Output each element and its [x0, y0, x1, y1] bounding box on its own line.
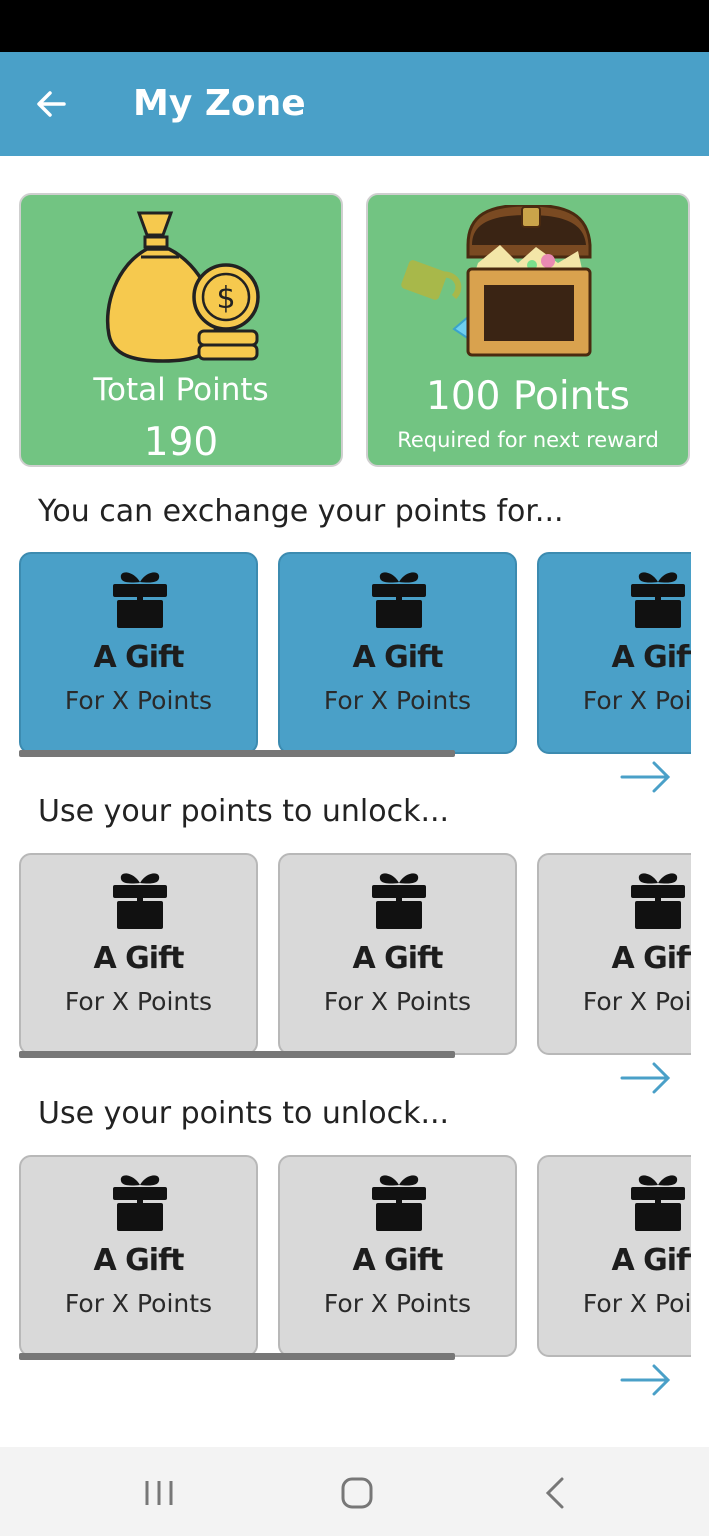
total-points-value: 190 [143, 420, 219, 465]
scrollbar-thumb[interactable] [19, 1051, 455, 1058]
gift-carousel-exchange[interactable]: A Gift For X Points A Gift For X Points … [19, 552, 691, 757]
arrow-right-icon[interactable] [620, 1361, 672, 1399]
scrollbar-thumb[interactable] [19, 1353, 455, 1360]
gift-title: A Gift [352, 941, 444, 976]
gift-subtitle: For X Points [64, 686, 213, 715]
gift-icon [627, 869, 689, 931]
gift-title: A Gift [352, 1243, 444, 1278]
section-title-unlock: Use your points to unlock... [38, 794, 450, 829]
next-reward-card: 100 Points Required for next reward [366, 193, 690, 467]
total-points-label: Total Points [93, 372, 269, 408]
gift-carousel-unlock[interactable]: A Gift For X Points A Gift For X Points … [19, 853, 691, 1058]
gift-title: A Gift [93, 640, 185, 675]
gift-subtitle: For X Points [323, 987, 472, 1016]
gift-card[interactable]: A Gift For X Points [19, 853, 258, 1055]
svg-text:$: $ [216, 281, 235, 316]
status-bar [0, 0, 709, 52]
arrow-left-icon[interactable] [30, 82, 74, 126]
gift-subtitle: For X Points [64, 987, 213, 1016]
gift-icon [368, 568, 430, 630]
gift-card[interactable]: A Gift For X Points [537, 1155, 691, 1357]
gift-card[interactable]: A Gift For X Points [278, 1155, 517, 1357]
scrollbar-thumb[interactable] [19, 750, 455, 757]
gift-title: A Gift [611, 1243, 691, 1278]
horizontal-scrollbar[interactable] [19, 1051, 691, 1058]
treasure-chest-icon [368, 203, 688, 365]
app-bar: My Zone [0, 52, 709, 156]
section-title-unlock: Use your points to unlock... [38, 1096, 450, 1131]
total-points-card: $ Total Points 190 [19, 193, 343, 467]
recents-icon[interactable] [139, 1473, 179, 1513]
system-nav-bar [0, 1447, 709, 1536]
gift-card[interactable]: A Gift For X Points [19, 552, 258, 754]
next-reward-points: 100 Points [426, 374, 630, 419]
gift-icon [109, 1171, 171, 1233]
horizontal-scrollbar[interactable] [19, 750, 691, 757]
page-title: My Zone [133, 83, 306, 124]
next-reward-caption: Required for next reward [397, 428, 659, 452]
gift-title: A Gift [611, 640, 691, 675]
gift-title: A Gift [93, 941, 185, 976]
gift-subtitle: For X Points [323, 1289, 472, 1318]
section-title-exchange: You can exchange your points for... [38, 494, 564, 529]
gift-icon [368, 1171, 430, 1233]
nav-back-icon[interactable] [536, 1473, 576, 1513]
gift-icon [627, 568, 689, 630]
gift-subtitle: For X Points [582, 686, 691, 715]
gift-title: A Gift [93, 1243, 185, 1278]
gift-title: A Gift [611, 941, 691, 976]
gift-icon [627, 1171, 689, 1233]
gift-icon [368, 869, 430, 931]
gift-title: A Gift [352, 640, 444, 675]
gift-icon [109, 869, 171, 931]
arrow-right-icon[interactable] [620, 1059, 672, 1097]
home-icon[interactable] [337, 1473, 377, 1513]
gift-card[interactable]: A Gift For X Points [537, 552, 691, 754]
horizontal-scrollbar[interactable] [19, 1353, 691, 1360]
gift-card[interactable]: A Gift For X Points [537, 853, 691, 1055]
money-bag-icon: $ [21, 205, 341, 365]
arrow-right-icon[interactable] [620, 758, 672, 796]
gift-carousel-unlock[interactable]: A Gift For X Points A Gift For X Points … [19, 1155, 691, 1360]
gift-subtitle: For X Points [582, 1289, 691, 1318]
gift-card[interactable]: A Gift For X Points [278, 552, 517, 754]
gift-subtitle: For X Points [323, 686, 472, 715]
gift-icon [109, 568, 171, 630]
gift-card[interactable]: A Gift For X Points [278, 853, 517, 1055]
gift-card[interactable]: A Gift For X Points [19, 1155, 258, 1357]
gift-subtitle: For X Points [64, 1289, 213, 1318]
gift-subtitle: For X Points [582, 987, 691, 1016]
